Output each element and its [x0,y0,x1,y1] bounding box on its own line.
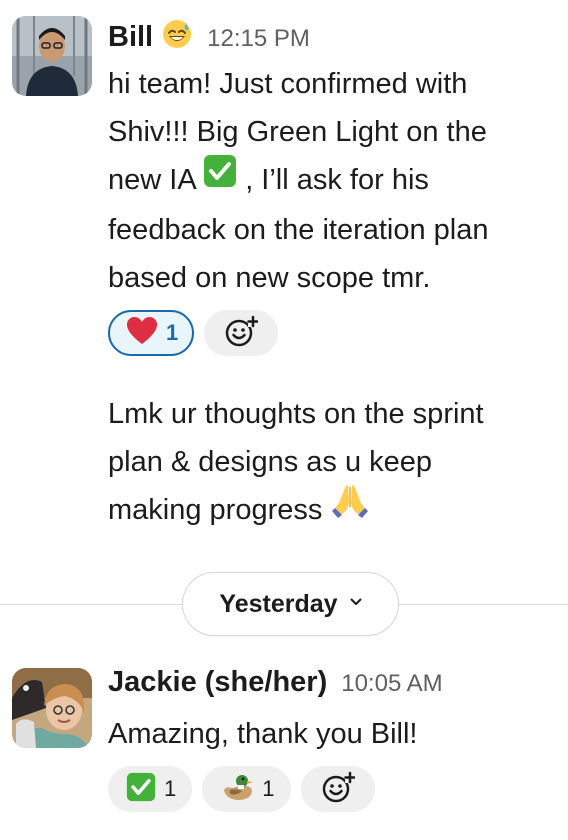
reaction-count: 1 [262,776,275,801]
folded-hands-icon [330,483,370,534]
message-line-with-emoji: new IA , I’ll ask for his [108,154,558,206]
message-header: Jackie (she/her) 10:05 AM [108,666,443,699]
duck-icon [220,772,254,807]
message-text: making progress [108,494,323,527]
reaction-heart[interactable]: 1 [108,310,195,356]
check-mark-button-icon [126,772,156,807]
message-line: Lmk ur thoughts on the sprint [108,398,484,430]
grinning-sweat-emoji-icon[interactable] [161,18,193,50]
message-jackie: Jackie (she/her) 10:05 AM Amazing, thank… [0,660,568,840]
add-reaction-button[interactable] [204,310,279,356]
add-emoji-icon [224,314,259,353]
message-body: Amazing, thank you Bill! [108,710,558,758]
message-line: Shiv!!! Big Green Light on the [108,116,487,148]
red-heart-icon [126,316,158,351]
date-divider-label: Yesterday [219,589,338,618]
message-line: based on new scope tmr. [108,261,431,294]
add-emoji-icon [321,770,356,809]
chevron-down-icon [350,593,362,611]
message-text: , I’ll ask for his [245,164,429,196]
message-followup: Lmk ur thoughts on the sprint plan & des… [108,390,558,537]
author-name[interactable]: Jackie (she/her) [108,666,327,699]
add-reaction-button[interactable] [300,766,375,812]
reaction-check[interactable]: 1 [108,766,193,812]
avatar-jackie[interactable] [12,668,92,748]
reactions-bar: 1 [108,310,279,356]
reaction-count: 1 [166,320,179,345]
message-line-with-emoji: making progress [108,483,558,537]
message-line: plan & designs as u keep [108,446,433,478]
check-mark-button-icon [203,154,237,203]
reactions-bar: 1 1 [108,766,375,812]
date-divider-button[interactable]: Yesterday [182,572,399,636]
message-line: feedback on the iteration plan [108,213,489,246]
message-line: Amazing, thank you Bill! [108,718,418,750]
reaction-count: 1 [164,776,177,801]
message-header: Bill 12:15 PM [108,14,310,54]
reaction-duck[interactable]: 1 [202,766,291,812]
avatar-bill[interactable] [12,16,92,96]
message-line: hi team! Just confirmed with [108,68,468,100]
message-timestamp[interactable]: 10:05 AM [341,670,442,698]
message-bill: Bill 12:15 PM hi team! Just confirmed wi… [0,0,568,560]
message-timestamp[interactable]: 12:15 PM [207,25,310,53]
author-name[interactable]: Bill [108,21,153,54]
message-body: hi team! Just confirmed with Shiv!!! Big… [108,60,558,302]
message-text: new IA [108,164,196,196]
